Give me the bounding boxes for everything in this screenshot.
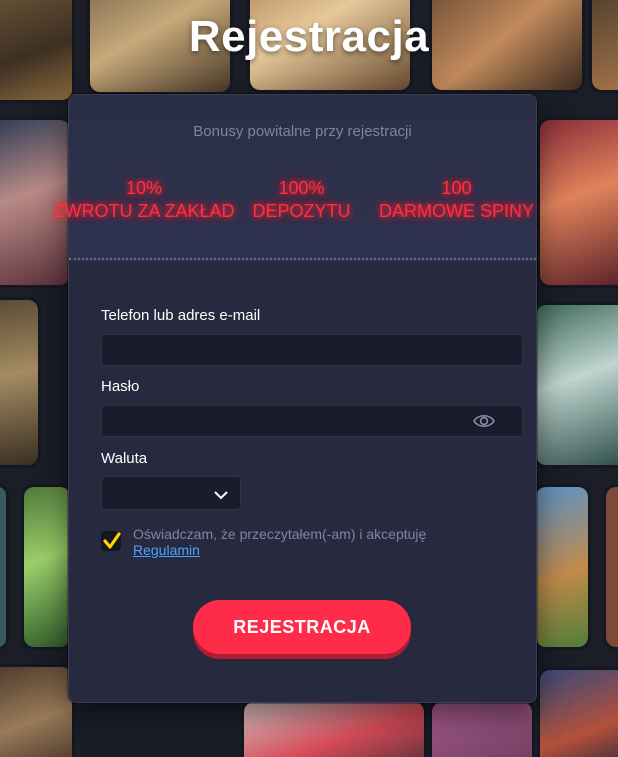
consent-statement: Oświadczam, że przeczytałem(-am) i akcep…: [133, 526, 427, 542]
game-tile: [536, 487, 588, 647]
game-tile: [244, 702, 424, 757]
terms-link[interactable]: Regulamin: [133, 542, 200, 558]
checkmark-icon: [103, 532, 121, 549]
contact-label: Telefon lub adres e-mail: [101, 307, 261, 324]
game-tile: [0, 487, 6, 647]
game-tile: [536, 305, 618, 465]
dotted-divider: [69, 258, 536, 260]
password-label: Hasło: [101, 378, 140, 395]
currency-label: Waluta: [101, 450, 148, 467]
bonus-label: ZWROTU ZA ZAKŁAD: [53, 201, 235, 221]
chevron-down-icon: [214, 487, 228, 500]
game-tile: [540, 670, 618, 757]
registration-card: Bonusy powitalne przy rejestracji 10% ZW…: [53, 94, 537, 703]
page-title: Rejestracja: [188, 12, 430, 61]
bonus-value: 100: [441, 178, 472, 198]
consent-text: Oświadczam, że przeczytałem(-am) i akcep…: [133, 526, 493, 558]
consent-checkbox[interactable]: [101, 531, 121, 551]
bonus-label: DARMOWE SPINY: [378, 201, 534, 221]
game-tile: [0, 667, 72, 757]
password-input[interactable]: [101, 405, 523, 437]
game-tile: [432, 702, 532, 757]
currency-select[interactable]: [101, 476, 241, 510]
game-tile: [24, 487, 70, 647]
eye-icon[interactable]: [473, 413, 495, 429]
bonus-label: DEPOZYTU: [252, 201, 351, 221]
game-tile: [606, 487, 618, 647]
bonus-heading: Bonusy powitalne przy rejestracji: [193, 123, 412, 140]
bonus-free-spins: 100 DARMOWE SPINY: [359, 177, 554, 223]
bonus-panel: Bonusy powitalne przy rejestracji 10% ZW…: [53, 95, 536, 261]
register-button[interactable]: REJESTRACJA: [193, 600, 411, 654]
game-tile: [0, 300, 38, 465]
contact-input[interactable]: [101, 334, 523, 366]
